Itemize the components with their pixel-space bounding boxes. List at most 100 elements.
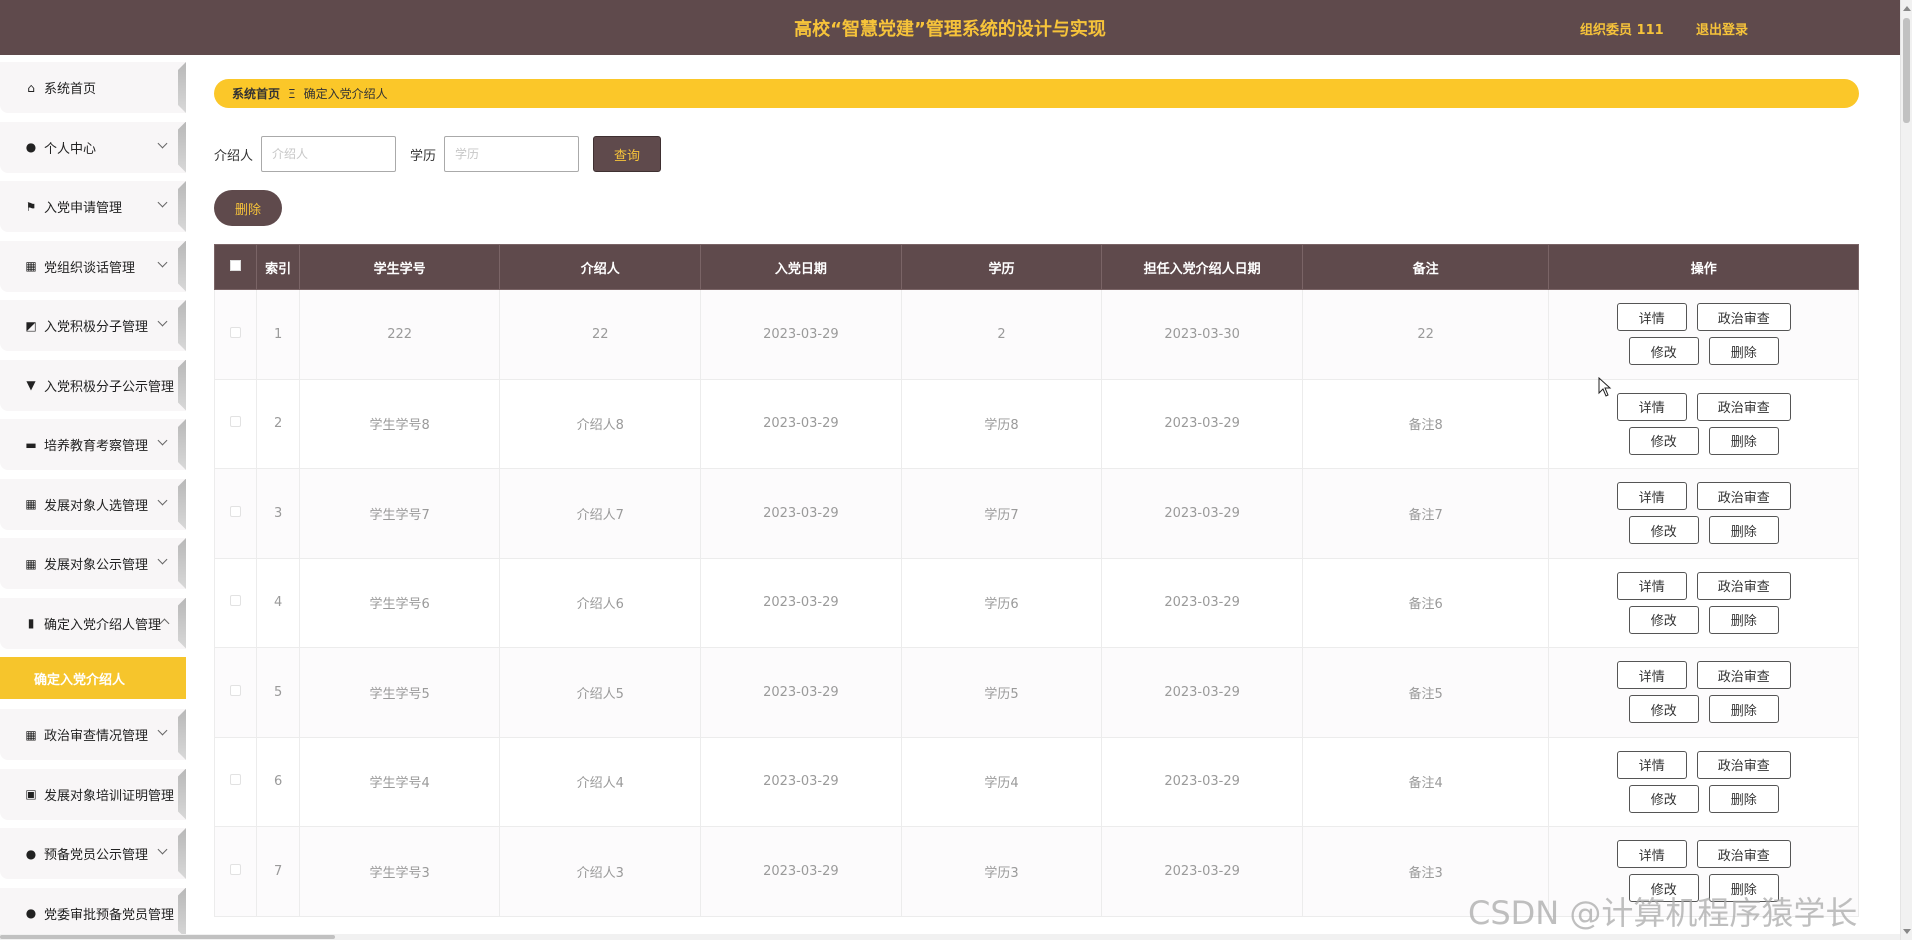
introducer-search-input[interactable] — [261, 136, 397, 172]
sidebar-item[interactable]: ▦ 发展对象公示管理 — [0, 538, 186, 589]
political-review-button[interactable]: 政治审查 — [1696, 303, 1791, 332]
row-select-cell[interactable] — [213, 378, 258, 469]
edit-button[interactable]: 修改 — [1628, 426, 1699, 455]
sidebar-item[interactable]: ● 预备党员公示管理 — [0, 828, 186, 879]
vertical-scrollbar[interactable] — [1900, 0, 1912, 940]
row-actions-cell: 详情 政治审查修改 删除 — [1548, 468, 1859, 559]
cell-student-no: 学生学号4 — [298, 736, 501, 827]
sidebar-menu: ⌂ 系统首页 ● 个人中心 ⚑ 入党申请管理 ▦ 党组织谈话管理 ◩ 入党积极分子管理 ▼ 入党积极分… — [0, 62, 186, 940]
chevron-down-icon — [157, 257, 168, 267]
row-actions-cell: 详情 政治审查修改 删除 — [1548, 736, 1859, 827]
select-all-header[interactable] — [213, 244, 258, 290]
sidebar-item[interactable]: ▦ 政治审查情况管理 — [0, 709, 186, 760]
column-header: 索引 — [256, 244, 300, 290]
horizontal-scrollbar-thumb[interactable] — [0, 935, 335, 939]
detail-button[interactable]: 详情 — [1616, 571, 1687, 600]
delete-button[interactable]: 删除 — [1708, 784, 1779, 813]
cell-index: 5 — [256, 647, 300, 738]
edit-button[interactable]: 修改 — [1628, 516, 1699, 545]
political-review-button[interactable]: 政治审查 — [1696, 482, 1791, 511]
sidebar-item[interactable]: ▦ 党组织谈话管理 — [0, 240, 186, 292]
row-select-cell[interactable] — [213, 468, 258, 559]
flag-icon: ⚑ — [25, 199, 37, 214]
row-checkbox[interactable] — [230, 505, 242, 517]
political-review-button[interactable]: 政治审查 — [1696, 392, 1791, 421]
grid-icon: ▦ — [25, 727, 37, 742]
horizontal-scrollbar[interactable] — [0, 934, 1900, 940]
detail-button[interactable]: 详情 — [1616, 303, 1687, 332]
row-select-cell[interactable] — [213, 557, 258, 648]
education-search-label: 学历 — [410, 148, 437, 164]
cell-intro-date: 2023-03-29 — [1101, 826, 1303, 917]
political-review-button[interactable]: 政治审查 — [1696, 661, 1791, 690]
sidebar-item[interactable]: ▬ 培养教育考察管理 — [0, 419, 186, 470]
mouse-pointer-icon — [1598, 377, 1612, 397]
column-header: 备注 — [1301, 244, 1550, 290]
row-select-cell[interactable] — [213, 647, 258, 738]
cell-introducer: 介绍人7 — [499, 468, 702, 559]
cell-student-no: 学生学号3 — [298, 826, 501, 917]
breadcrumb-home-link[interactable]: 系统首页 — [232, 85, 280, 102]
cell-join-date: 2023-03-29 — [700, 289, 902, 380]
sidebar-item[interactable]: ▮ 确定入党介绍人管理 — [0, 597, 186, 649]
edit-button[interactable]: 修改 — [1628, 784, 1699, 813]
sidebar-item[interactable]: ● 个人中心 — [0, 121, 186, 173]
scroll-up-arrow-icon[interactable] — [1903, 6, 1911, 11]
sidebar-subitem-active[interactable]: 确定入党介绍人 — [0, 657, 186, 699]
table-row: 1 222 22 2023-03-29 2 2023-03-30 22 详情 政治审查 修改 删除 — [213, 289, 1859, 380]
row-select-cell[interactable] — [213, 826, 258, 917]
row-select-cell[interactable] — [213, 736, 258, 827]
sidebar-item[interactable]: ⚑ 入党申请管理 — [0, 181, 186, 232]
row-select-cell[interactable] — [213, 289, 258, 380]
sidebar-item[interactable]: ◩ 入党积极分子管理 — [0, 300, 186, 351]
query-button[interactable]: 查询 — [593, 136, 662, 172]
row-checkbox[interactable] — [230, 326, 242, 338]
row-checkbox[interactable] — [230, 774, 242, 786]
introducer-table: 索引 学生学号 介绍人 入党日期 学历 担任入党介绍人日期 备注 操作 1 222… — [213, 244, 1859, 917]
political-review-button[interactable]: 政治审查 — [1696, 750, 1791, 779]
batch-delete-button[interactable]: 删除 — [214, 190, 282, 226]
political-review-button[interactable]: 政治审查 — [1696, 840, 1791, 869]
delete-button[interactable]: 删除 — [1708, 516, 1779, 545]
row-checkbox[interactable] — [230, 416, 242, 428]
cell-index: 7 — [256, 826, 300, 917]
cell-note: 备注6 — [1301, 557, 1550, 648]
edit-button[interactable]: 修改 — [1628, 337, 1699, 366]
sidebar-item[interactable]: ▣ 发展对象培训证明管理 — [0, 768, 186, 820]
detail-button[interactable]: 详情 — [1616, 482, 1687, 511]
sidebar-item[interactable]: ▼ 入党积极分子公示管理 — [0, 359, 186, 411]
education-search-input[interactable] — [444, 136, 580, 172]
sidebar-item-label: 发展对象人选管理 — [44, 498, 149, 514]
cell-intro-date: 2023-03-29 — [1101, 378, 1303, 469]
delete-button[interactable]: 删除 — [1708, 426, 1779, 455]
sidebar-item[interactable]: ⌂ 系统首页 — [0, 62, 186, 113]
delete-button[interactable]: 删除 — [1708, 605, 1779, 634]
cell-education: 学历3 — [900, 826, 1103, 917]
sidebar-item[interactable]: ▦ 发展对象人选管理 — [0, 478, 186, 530]
detail-button[interactable]: 详情 — [1616, 840, 1687, 869]
cell-note: 备注5 — [1301, 647, 1550, 738]
edit-button[interactable]: 修改 — [1628, 695, 1699, 724]
row-checkbox[interactable] — [230, 684, 242, 696]
row-checkbox[interactable] — [230, 863, 242, 875]
cell-join-date: 2023-03-29 — [700, 557, 902, 648]
detail-button[interactable]: 详情 — [1616, 392, 1687, 421]
select-all-checkbox[interactable] — [230, 259, 242, 271]
logout-link[interactable]: 退出登录 — [1696, 19, 1748, 38]
grid-icon: ▦ — [25, 497, 37, 511]
political-review-button[interactable]: 政治审查 — [1696, 571, 1791, 600]
clipboard-icon: ▣ — [25, 787, 37, 801]
edit-button[interactable]: 修改 — [1628, 605, 1699, 634]
cell-note: 22 — [1301, 289, 1550, 380]
cell-index: 6 — [256, 736, 300, 827]
delete-button[interactable]: 删除 — [1708, 695, 1779, 724]
scrollbar-thumb[interactable] — [1903, 18, 1910, 123]
table-row: 3 学生学号7 介绍人7 2023-03-29 学历7 2023-03-29 备注7 详情 政治… — [213, 468, 1859, 559]
delete-button[interactable]: 删除 — [1708, 337, 1779, 366]
sidebar-item[interactable]: ● 党委审批预备党员管理 — [0, 887, 186, 939]
row-checkbox[interactable] — [230, 595, 242, 607]
scroll-down-arrow-icon[interactable] — [1903, 929, 1911, 934]
detail-button[interactable]: 详情 — [1616, 661, 1687, 690]
detail-button[interactable]: 详情 — [1616, 750, 1687, 779]
sidebar-item-label: 政治审查情况管理 — [44, 729, 149, 744]
